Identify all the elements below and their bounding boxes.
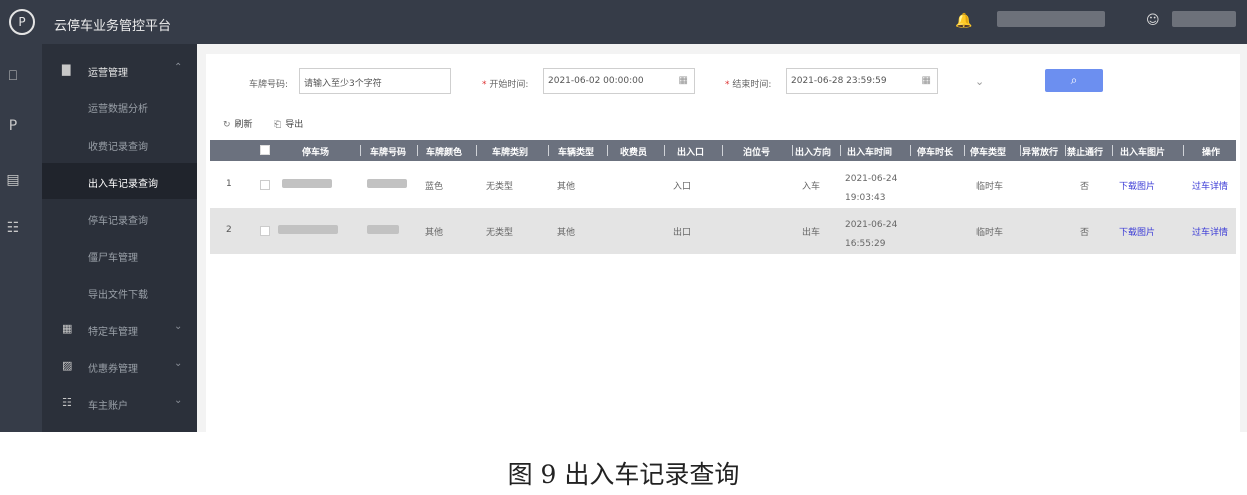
redacted-username [1172,11,1236,27]
redacted-plate [367,179,407,188]
figure-caption: 图 9 出入车记录查询 [507,460,740,489]
calendar-icon[interactable]: ▦ [679,75,688,86]
sidebar-item-parking-records[interactable]: 停车记录查询 [42,200,197,236]
table-row[interactable]: 1 蓝色 无类型 其他 入口 入车 2021-06-24 19:03:43 临时车… [210,162,1236,208]
sidebar-item-charges[interactable]: 收费记录查询 [42,126,197,162]
user-icon[interactable]: ☺ [1146,13,1160,28]
app-title: 云停车业务管控平台 [54,19,172,34]
sidebar-item-coupons[interactable]: ▨ 优惠券管理 ⌄ [42,348,197,384]
table-row[interactable]: 2 其他 无类型 其他 出口 出车 2021-06-24 16:55:29 临时车… [210,208,1236,254]
chart-icon: ▇ [62,63,71,76]
redacted-lot [282,179,332,188]
col-direction[interactable]: 出入方向 [795,145,831,158]
sidebar-item-analysis[interactable]: 运营数据分析 [42,88,197,124]
col-plate-color[interactable]: 车牌颜色 [426,145,462,158]
select-all-checkbox[interactable] [260,145,270,155]
plate-label: 车牌号码: [249,80,289,90]
col-parking-type[interactable]: 停车类型 [970,145,1006,158]
sidebar-item-access-records[interactable]: 出入车记录查询 [42,163,197,199]
sidebar: ▇ 运营管理 ⌃ 运营数据分析 收费记录查询 出入车记录查询 停车记录查询 僵尸… [42,44,197,432]
search-icon: ⌕ [1070,73,1078,87]
download-image-link[interactable]: 下载图片 [1119,179,1155,192]
col-abnormal-release[interactable]: 异常放行 [1022,145,1058,158]
col-gate[interactable]: 出入口 [677,145,704,158]
plate-input[interactable]: 请输入至少3个字符 [299,68,451,94]
col-time[interactable]: 出入车时间 [847,145,892,158]
refresh-button[interactable]: ↻ 刷新 [223,117,253,130]
record-icon[interactable]: ▤ [4,172,22,190]
grid-icon: ☷ [62,396,72,409]
col-berth[interactable]: 泊位号 [743,145,770,158]
end-time-input[interactable]: 2021-06-28 23:59:59 ▦ [786,68,938,94]
redacted-user-info [997,11,1105,27]
col-actions[interactable]: 操作 [1202,145,1220,158]
col-plate-class[interactable]: 车牌类别 [492,145,528,158]
bell-icon[interactable]: 🔔 [955,13,972,29]
col-lot[interactable]: 停车场 [302,145,329,158]
export-button[interactable]: ⎗ 导出 [274,117,303,130]
cloud-parking-logo: P [9,9,35,35]
chevron-down-icon: ⌄ [174,358,183,369]
end-time-label: * 结束时间: [725,80,772,90]
row-checkbox[interactable] [260,226,270,236]
download-image-link[interactable]: 下载图片 [1119,225,1155,238]
col-no-pass[interactable]: 禁止通行 [1067,145,1103,158]
expand-filters-icon[interactable]: ⌄ [975,75,984,88]
grid-icon[interactable]: ☷ [4,220,22,238]
sidebar-item-special-cars[interactable]: ▦ 特定车管理 ⌄ [42,311,197,347]
start-time-input[interactable]: 2021-06-02 00:00:00 ▦ [543,68,695,94]
col-plate[interactable]: 车牌号码 [370,145,406,158]
icon-rail: ⎕ P ▤ ☷ [0,44,42,432]
table-icon: ▦ [62,322,73,335]
chevron-up-icon: ⌃ [174,62,183,73]
chevron-down-icon: ⌄ [174,395,183,406]
refresh-icon: ↻ [223,120,231,130]
col-collector[interactable]: 收费员 [620,145,647,158]
parking-icon[interactable]: P [4,118,22,136]
col-duration[interactable]: 停车时长 [917,145,953,158]
redacted-lot [278,225,338,234]
records-panel: 车牌号码: 请输入至少3个字符 * 开始时间: 2021-06-02 00:00… [206,54,1240,432]
pass-detail-link[interactable]: 过车详情 [1192,179,1228,192]
export-icon: ⎗ [274,120,282,130]
sidebar-item-owner-accounts[interactable]: ☷ 车主账户 ⌄ [42,385,197,421]
sidebar-item-export-download[interactable]: 导出文件下载 [42,274,197,310]
redacted-plate [367,225,399,234]
pass-detail-link[interactable]: 过车详情 [1192,225,1228,238]
calendar-icon[interactable]: ▦ [922,75,931,86]
chevron-down-icon: ⌄ [174,321,183,332]
top-bar: P 云停车业务管控平台 🔔 ☺ [0,0,1247,44]
main-content: 车牌号码: 请输入至少3个字符 * 开始时间: 2021-06-02 00:00… [197,44,1247,432]
coupon-icon: ▨ [62,359,73,372]
table-header: 停车场 车牌号码 车牌颜色 车牌类别 车辆类型 收费员 出入口 泊位号 出入方向… [210,140,1236,161]
search-button[interactable]: ⌕ [1045,69,1103,92]
col-vehicle-type[interactable]: 车辆类型 [558,145,594,158]
start-time-label: * 开始时间: [482,80,529,90]
row-checkbox[interactable] [260,180,270,190]
sidebar-group-operations[interactable]: ▇ 运营管理 ⌃ [42,52,197,88]
col-images[interactable]: 出入车图片 [1120,145,1165,158]
sidebar-item-zombie-cars[interactable]: 僵尸车管理 [42,237,197,273]
monitor-icon[interactable]: ⎕ [4,68,22,86]
